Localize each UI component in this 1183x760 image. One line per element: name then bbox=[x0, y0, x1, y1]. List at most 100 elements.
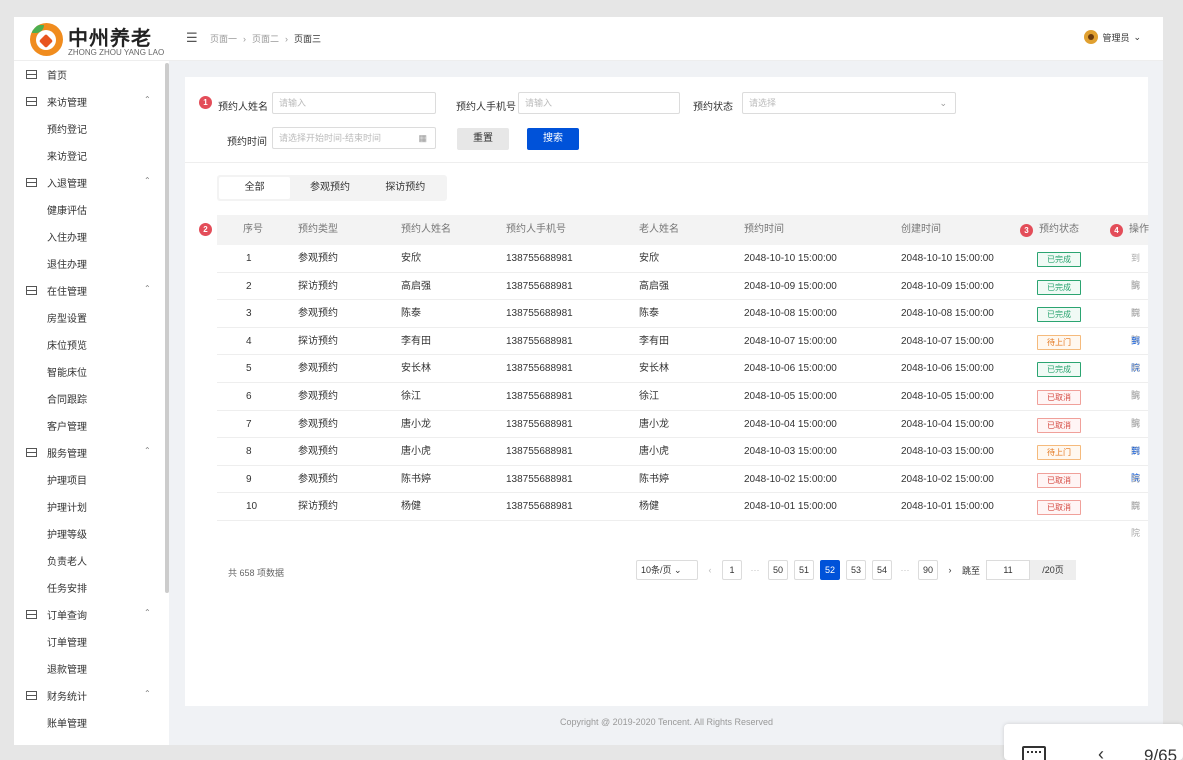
sidebar-item[interactable]: 房型设置 bbox=[14, 304, 169, 331]
cell-type: 参观预约 bbox=[298, 473, 338, 485]
ellipsis-icon[interactable]: ··· bbox=[898, 565, 912, 575]
table-header: 序号 预约类型 预约人姓名 预约人手机号 老人姓名 预约时间 创建时间 3 预约… bbox=[217, 215, 1149, 245]
sidebar-item[interactable]: 客户管理 bbox=[14, 412, 169, 439]
sidebar-group[interactable]: 在住管理 ⌃ bbox=[14, 277, 169, 304]
cell-elder: 安欣 bbox=[639, 253, 659, 264]
calendar-icon: ▦ bbox=[418, 133, 427, 143]
page-number[interactable]: 51 bbox=[794, 560, 814, 580]
floating-toolbar: ‹ 9/65 bbox=[1004, 724, 1183, 760]
sidebar-item[interactable]: 合同跟踪 bbox=[14, 385, 169, 412]
search-button[interactable]: 搜索 bbox=[527, 128, 579, 150]
menu-icon bbox=[26, 97, 37, 106]
time-range-placeholder: 请选择开始时间-结束时间 bbox=[279, 133, 381, 143]
tab-visit-booking[interactable]: 探访预约 bbox=[370, 177, 441, 199]
page-number-current[interactable]: 52 bbox=[820, 560, 840, 580]
sidebar-item[interactable]: 订单管理 bbox=[14, 628, 169, 655]
cell-name: 唐小龙 bbox=[401, 418, 431, 430]
breadcrumb-item[interactable]: 页面二 bbox=[252, 32, 279, 45]
logo[interactable]: 中州养老 ZHONG ZHOU YANG LAO bbox=[30, 22, 170, 58]
sidebar-group[interactable]: 财务统计 ⌃ bbox=[14, 682, 169, 709]
sidebar-item[interactable]: 退住办理 bbox=[14, 250, 169, 277]
sidebar-item[interactable]: 来访登记 bbox=[14, 142, 169, 169]
cell-time: 2048-10-01 15:00:00 bbox=[744, 501, 837, 513]
page-size-select[interactable]: 10条/页 ⌄ bbox=[636, 560, 698, 580]
cell-name: 安长林 bbox=[401, 363, 431, 375]
cell-time: 2048-10-05 15:00:00 bbox=[744, 390, 837, 402]
sidebar-item[interactable]: 退款管理 bbox=[14, 655, 169, 682]
sidebar-group[interactable]: 来访管理 ⌃ bbox=[14, 88, 169, 115]
column-header: 老人姓名 bbox=[639, 224, 679, 235]
sidebar-group-label: 订单查询 bbox=[47, 611, 87, 622]
page-size-value: 10条/页 bbox=[641, 565, 672, 575]
jump-page-input[interactable]: 11 bbox=[986, 560, 1031, 580]
cell-elder: 安长林 bbox=[639, 363, 669, 375]
table-row: 6 参观预约 徐江 138755688981 徐江 2048-10-05 15:00:00… bbox=[217, 383, 1148, 428]
cell-time: 2048-10-03 15:00:00 bbox=[744, 446, 837, 458]
sidebar-item-home[interactable]: 首页 bbox=[14, 61, 169, 88]
status-filter-select[interactable]: 请选择 ⌄ bbox=[742, 92, 956, 114]
sidebar-item[interactable]: 护理等级 bbox=[14, 520, 169, 547]
cell-no: 10 bbox=[246, 501, 258, 513]
sidebar-item[interactable]: 健康评估 bbox=[14, 196, 169, 223]
next-page-icon[interactable]: › bbox=[944, 565, 956, 575]
prev-page-icon[interactable]: ‹ bbox=[704, 565, 716, 575]
annotation-badge: 4 bbox=[1110, 224, 1123, 237]
page-number[interactable]: 90 bbox=[918, 560, 938, 580]
sidebar-item[interactable]: 护理项目 bbox=[14, 466, 169, 493]
back-arrow-icon[interactable]: ‹ bbox=[1098, 744, 1104, 760]
cell-time: 2048-10-08 15:00:00 bbox=[744, 308, 837, 320]
sidebar-item[interactable]: 负责老人 bbox=[14, 547, 169, 574]
page-number[interactable]: 50 bbox=[768, 560, 788, 580]
reset-button[interactable]: 重置 bbox=[457, 128, 509, 150]
sidebar-item[interactable]: 账单管理 bbox=[14, 709, 169, 736]
cell-phone: 138755688981 bbox=[506, 390, 573, 402]
column-header: 操作 bbox=[1129, 224, 1149, 235]
menu-toggle-icon[interactable]: ☰ bbox=[186, 31, 200, 44]
sidebar-item[interactable]: 床位预览 bbox=[14, 331, 169, 358]
cell-elder: 高启强 bbox=[639, 280, 669, 292]
table-row: 2 探访预约 高启强 138755688981 高启强 2048-10-09 15:00:… bbox=[217, 273, 1148, 318]
page-number[interactable]: 1 bbox=[722, 560, 742, 580]
sidebar-item[interactable]: 护理计划 bbox=[14, 493, 169, 520]
cell-name: 徐江 bbox=[401, 390, 421, 402]
arrive-action-link[interactable]: 到院 bbox=[1131, 493, 1148, 547]
cell-elder: 杨健 bbox=[639, 501, 659, 513]
sidebar-group[interactable]: 订单查询 ⌃ bbox=[14, 601, 169, 628]
breadcrumb-item[interactable]: 页面一 bbox=[210, 32, 237, 45]
tab-all[interactable]: 全部 bbox=[219, 177, 291, 199]
sidebar-item[interactable]: 预约登记 bbox=[14, 115, 169, 142]
status-badge: 待上门 bbox=[1037, 445, 1081, 461]
phone-filter-input[interactable]: 请输入 bbox=[518, 92, 680, 114]
sidebar-group[interactable]: 入退管理 ⌃ bbox=[14, 169, 169, 196]
cell-created: 2048-10-07 15:00:00 bbox=[901, 335, 994, 347]
chevron-down-icon: ⌄ bbox=[674, 565, 682, 575]
chevron-right-icon: › bbox=[285, 33, 289, 44]
sidebar-item[interactable]: 任务安排 bbox=[14, 574, 169, 601]
name-filter-label: 预约人姓名 bbox=[218, 102, 268, 113]
tab-tour-booking[interactable]: 参观预约 bbox=[294, 177, 365, 199]
cell-time: 2048-10-06 15:00:00 bbox=[744, 363, 837, 375]
table-row: 3 参观预约 陈泰 138755688981 陈泰 2048-10-08 15:00:00… bbox=[217, 300, 1148, 345]
ellipsis-icon[interactable]: ··· bbox=[748, 565, 762, 575]
sidebar-item[interactable]: 入住办理 bbox=[14, 223, 169, 250]
cell-phone: 138755688981 bbox=[506, 363, 573, 375]
cell-time: 2048-10-07 15:00:00 bbox=[744, 335, 837, 347]
time-filter-label: 预约时间 bbox=[227, 137, 267, 148]
sidebar-group[interactable]: 服务管理 ⌃ bbox=[14, 439, 169, 466]
sidebar-group-label: 在住管理 bbox=[47, 287, 87, 298]
page-number[interactable]: 53 bbox=[846, 560, 866, 580]
sidebar-scrollbar[interactable] bbox=[165, 63, 169, 593]
sidebar-item[interactable]: 智能床位 bbox=[14, 358, 169, 385]
time-range-picker[interactable]: 请选择开始时间-结束时间 ▦ bbox=[272, 127, 436, 149]
name-filter-input[interactable]: 请输入 bbox=[272, 92, 436, 114]
tab-group: 全部 参观预约 探访预约 bbox=[217, 175, 447, 201]
chevron-down-icon: ⌄ bbox=[1133, 31, 1141, 42]
keyboard-icon[interactable] bbox=[1022, 746, 1046, 760]
cell-name: 陈书婷 bbox=[401, 473, 431, 485]
user-menu[interactable]: 管理员 ⌄ bbox=[1084, 30, 1141, 44]
cell-phone: 138755688981 bbox=[506, 280, 573, 292]
column-header: 预约时间 bbox=[744, 224, 784, 235]
sidebar-group-label: 服务管理 bbox=[47, 449, 87, 460]
column-header: 预约类型 bbox=[298, 224, 338, 235]
page-number[interactable]: 54 bbox=[872, 560, 892, 580]
